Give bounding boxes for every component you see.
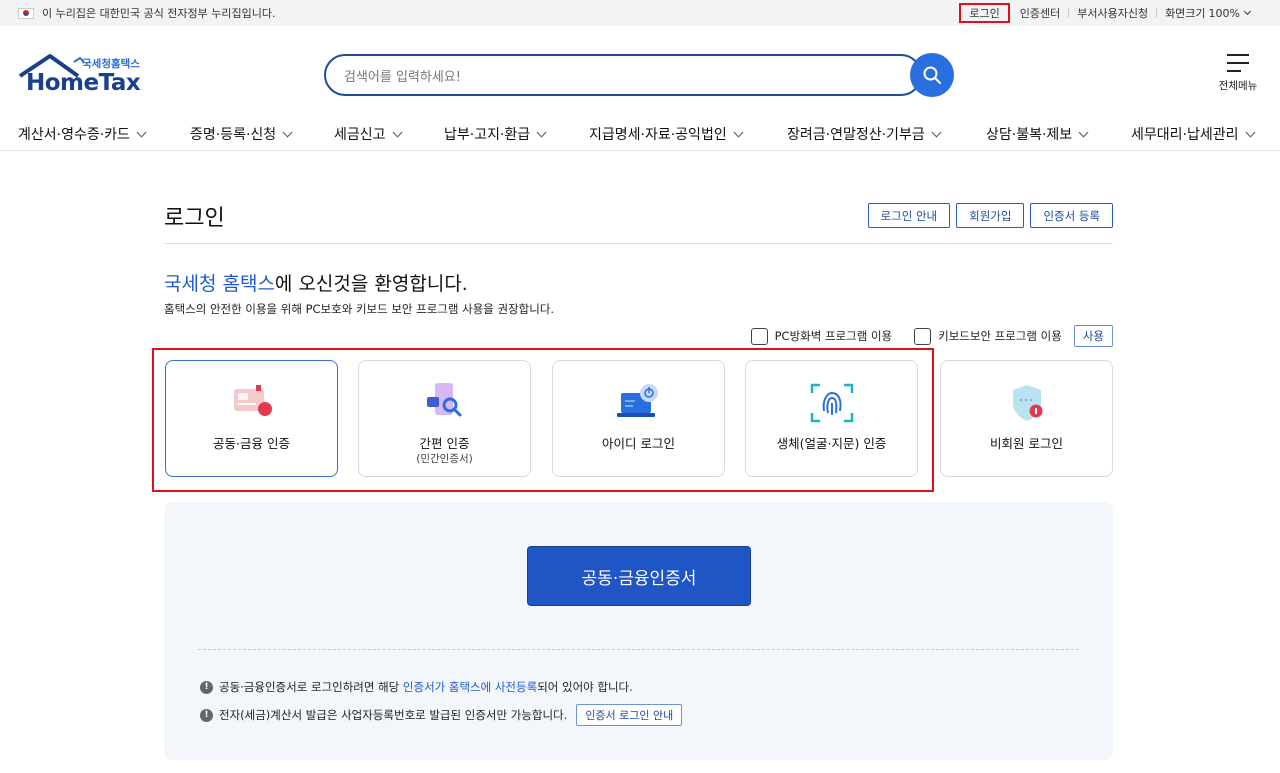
logo-subtitle: 국세청홈택스 [82,58,140,70]
gnb-item-statement[interactable]: 지급명세·자료·공익법인 [589,124,744,144]
logo-text: HomeTax [26,70,141,96]
all-menu-label: 전체메뉴 [1218,80,1258,92]
notice-item: ! 공동·금융인증서로 로그인하려면 해당 인증서가 홈택스에 사전등록 되어 있… [200,679,633,695]
zoom-value: 100% [1208,6,1240,20]
method-card-guest[interactable]: 비회원 로그인 [940,360,1113,477]
gnb-label: 증명·등록·신청 [190,127,277,143]
page-header-buttons: 로그인 안내 회원가입 인증서 등록 [867,203,1113,228]
use-button[interactable]: 사용 [1073,325,1113,347]
search-placeholder: 검색어를 입력하세요! [344,69,461,85]
welcome-text: 에 오신것을 환영합니다. [274,273,468,295]
method-label: 간편 인증 [419,436,470,451]
security-recommendation: 홈택스의 안전한 이용을 위해 PC보호와 키보드 보안 프로그램 사용을 권장… [164,302,555,316]
title-divider [164,243,1113,244]
method-label: 공동·금융 인증 [213,436,290,451]
gnb-item-certificate[interactable]: 증명·등록·신청 [190,124,293,144]
firewall-checkbox[interactable] [750,327,768,345]
shield-lock-icon [1012,385,1042,421]
keyboard-security-checkbox[interactable] [914,327,932,345]
chevron-down-icon [733,127,744,137]
security-options: PC방화벽 프로그램 이용 키보드보안 프로그램 이용 사용 [729,325,1113,347]
note-text: 공동·금융인증서로 로그인하려면 해당 [219,680,403,694]
cert-center-link[interactable]: 인증센터 [1012,5,1068,21]
method-card-biometric[interactable]: 생체(얼굴·지문) 인증 [745,360,918,477]
login-link[interactable]: 로그인 [959,3,1010,23]
gov-notice-text: 이 누리집은 대한민국 공식 전자정부 누리집입니다. [42,7,276,20]
chevron-down-icon [282,127,293,137]
main-navigation: 계산서·영수증·카드 증명·등록·신청 세금신고 납부·고지·환급 지급명세·자… [0,118,1280,148]
method-label: 생체(얼굴·지문) 인증 [776,436,887,451]
chevron-down-icon [1078,127,1089,137]
method-card-simple-auth[interactable]: 간편 인증 (민간인증서) [358,360,531,477]
korea-flag-icon [18,7,34,19]
gnb-label: 납부·고지·환급 [444,127,531,143]
gnb-item-consult[interactable]: 상담·불복·제보 [986,124,1089,144]
hamburger-icon [1227,54,1249,72]
firewall-label: PC방화벽 프로그램 이용 [774,329,893,343]
cert-login-guide-button[interactable]: 인증서 로그인 안내 [576,704,683,726]
top-utility-bar: 이 누리집은 대한민국 공식 전자정부 누리집입니다. 로그인 인증센터 부서사… [0,0,1280,26]
chevron-down-icon [136,127,147,137]
joint-cert-login-button[interactable]: 공동·금융인증서 [527,546,751,606]
method-label: 아이디 로그인 [602,436,675,451]
method-sublabel: (민간인증서) [416,453,473,465]
welcome-heading: 국세청 홈택스에 오신것을 환영합니다. [164,269,468,296]
hometax-logo[interactable]: 국세청홈택스 HomeTax [18,54,148,96]
welcome-highlight: 국세청 홈택스 [164,273,275,295]
search-icon [923,66,942,85]
note-text: 전자(세금)계산서 발급은 사업자등록번호로 발급된 인증서만 가능합니다. [219,708,568,722]
gnb-item-tax-report[interactable]: 세금신고 [334,124,402,144]
dept-user-link[interactable]: 부서사용자신청 [1069,5,1156,21]
zoom-label: 화면크기 [1165,7,1206,20]
page-title: 로그인 [164,206,225,231]
keyboard-label: 키보드보안 프로그램 이용 [938,329,1062,343]
notice-item: ! 전자(세금)계산서 발급은 사업자등록번호로 발급된 인증서만 가능합니다.… [200,704,683,726]
gnb-item-agent[interactable]: 세무대리·납세관리 [1131,124,1255,144]
nav-divider [0,150,1280,151]
pre-register-link[interactable]: 인증서가 홈택스에 사전등록 [403,679,537,695]
method-card-joint-cert[interactable]: 공동·금융 인증 [165,360,338,477]
certificate-card-icon [233,385,272,416]
gnb-item-payment[interactable]: 납부·고지·환급 [444,124,547,144]
chevron-down-icon [1245,127,1255,137]
gnb-label: 세무대리·납세관리 [1131,127,1239,143]
fingerprint-icon [810,383,853,423]
signup-button[interactable]: 회원가입 [956,203,1025,228]
gnb-item-invoice[interactable]: 계산서·영수증·카드 [18,124,147,144]
method-label: 비회원 로그인 [990,436,1063,451]
method-card-id-login[interactable]: 아이디 로그인 [552,360,725,477]
register-cert-button[interactable]: 인증서 등록 [1030,203,1113,228]
laptop-power-icon [616,384,658,417]
gnb-item-incentive[interactable]: 장려금·연말정산·기부금 [787,124,942,144]
chevron-down-icon [931,127,942,137]
gnb-label: 상담·불복·제보 [986,127,1073,143]
panel-divider [198,649,1079,650]
simple-auth-icon [426,383,461,417]
search-input[interactable]: 검색어를 입력하세요! [324,54,922,96]
exclamation-icon: ! [200,708,213,722]
gnb-label: 장려금·연말정산·기부금 [787,127,925,143]
gov-notice: 이 누리집은 대한민국 공식 전자정부 누리집입니다. [18,5,276,21]
gnb-label: 지급명세·자료·공익법인 [589,127,727,143]
chevron-down-icon [392,127,402,137]
search-button[interactable] [910,53,954,97]
all-menu-button[interactable]: 전체메뉴 [1212,54,1264,93]
chevron-down-icon [1243,7,1252,16]
utility-links: 로그인 인증센터 부서사용자신청 화면크기 100% [959,0,1258,26]
exclamation-icon: ! [200,680,213,694]
note-text: 되어 있어야 합니다. [537,680,633,694]
zoom-control[interactable]: 화면크기 100% [1157,5,1258,21]
login-guide-button[interactable]: 로그인 안내 [867,203,951,228]
gnb-label: 세금신고 [334,127,386,143]
gnb-label: 계산서·영수증·카드 [18,127,130,143]
keyboard-option[interactable]: 키보드보안 프로그램 이용 [914,327,1062,345]
chevron-down-icon [536,127,547,137]
firewall-option[interactable]: PC방화벽 프로그램 이용 [750,327,893,345]
